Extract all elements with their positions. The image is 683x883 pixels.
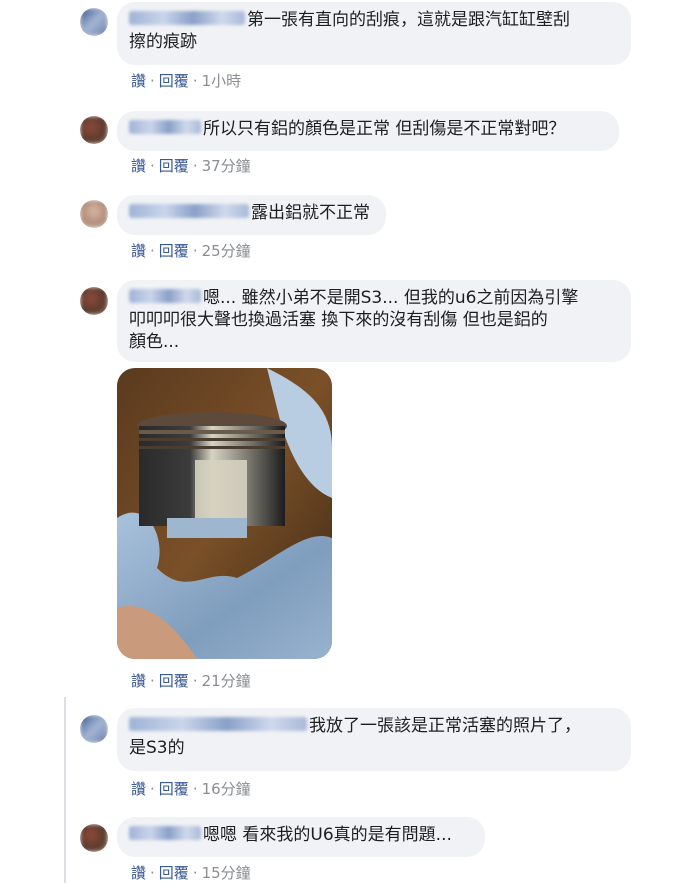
comment-bubble: 所以只有鋁的顏色是正常 但刮傷是不正常對吧？ (117, 111, 619, 151)
timestamp[interactable]: 1小時 (202, 72, 242, 90)
reply-button[interactable]: 回覆 (159, 864, 189, 882)
comment-bubble: 我放了一張該是正常活塞的照片了， 是S3的 (117, 708, 631, 771)
comment-actions: 讚 · 回覆 · 15分鐘 (131, 862, 251, 883)
separator: · (150, 72, 155, 90)
timestamp[interactable]: 25分鐘 (202, 242, 251, 260)
separator: · (192, 242, 198, 260)
comment-actions: 讚 · 回覆 · 21分鐘 (131, 670, 251, 691)
avatar[interactable] (80, 287, 108, 315)
reply-button[interactable]: 回覆 (159, 242, 189, 260)
comment-text-cont: 顏色... (129, 332, 180, 352)
reply-button[interactable]: 回覆 (159, 672, 189, 690)
timestamp[interactable]: 16分鐘 (202, 780, 251, 798)
separator: · (192, 72, 198, 90)
comment-bubble: 嗯嗯 看來我的U6真的是有問題... (117, 817, 485, 857)
piston-photo (117, 368, 332, 659)
comment-bubble: 第一張有直向的刮痕，這就是跟汽缸缸壁刮 擦的痕跡 (117, 2, 631, 65)
author-name[interactable] (129, 204, 249, 218)
like-button[interactable]: 讚 (131, 72, 146, 90)
avatar[interactable] (80, 200, 108, 228)
comment-bubble: 嗯... 雖然小弟不是開S3... 但我的u6之前因為引擎 叩叩叩很大聲也換過活… (117, 280, 631, 362)
avatar[interactable] (80, 8, 108, 36)
comment-text: 嗯嗯 看來我的U6真的是有問題... (203, 825, 452, 845)
like-button[interactable]: 讚 (131, 864, 146, 882)
reply-button[interactable]: 回覆 (159, 157, 189, 175)
attached-photo[interactable] (117, 368, 332, 659)
comment-text: 所以只有鋁的顏色是正常 但刮傷是不正常對吧？ (203, 119, 566, 139)
comment-bubble: 露出鋁就不正常 (117, 195, 386, 235)
comment-text: 我放了一張該是正常活塞的照片了， (309, 716, 581, 736)
author-name[interactable] (129, 11, 245, 25)
comment-text-cont: 是S3的 (129, 738, 185, 758)
timestamp[interactable]: 15分鐘 (202, 864, 251, 882)
like-button[interactable]: 讚 (131, 157, 146, 175)
like-button[interactable]: 讚 (131, 780, 146, 798)
comment-text: 第一張有直向的刮痕，這就是跟汽缸缸壁刮 (247, 10, 570, 30)
separator: · (192, 672, 198, 690)
separator: · (150, 672, 155, 690)
separator: · (150, 780, 155, 798)
separator: · (150, 157, 155, 175)
comment-text: 露出鋁就不正常 (251, 203, 370, 223)
comment-actions: 讚 · 回覆 · 37分鐘 (131, 155, 251, 176)
avatar[interactable] (80, 116, 108, 144)
separator: · (192, 157, 198, 175)
author-name[interactable] (129, 826, 201, 840)
reply-button[interactable]: 回覆 (159, 780, 189, 798)
author-name[interactable] (129, 717, 307, 731)
comment-actions: 讚 · 回覆 · 25分鐘 (131, 240, 251, 261)
comment-text: 嗯... 雖然小弟不是開S3... 但我的u6之前因為引擎 (203, 288, 579, 308)
timestamp[interactable]: 21分鐘 (202, 672, 251, 690)
separator: · (150, 242, 155, 260)
comment-actions: 讚 · 回覆 · 16分鐘 (131, 778, 251, 799)
timestamp[interactable]: 37分鐘 (202, 157, 251, 175)
avatar[interactable] (80, 715, 108, 743)
author-name[interactable] (129, 120, 201, 134)
reply-thread-line (64, 697, 66, 883)
comment-text-cont: 擦的痕跡 (129, 32, 197, 52)
comment-actions: 讚 · 回覆 · 1小時 (131, 70, 241, 91)
separator: · (192, 780, 198, 798)
like-button[interactable]: 讚 (131, 672, 146, 690)
comment-text-cont: 叩叩叩很大聲也換過活塞 換下來的沒有刮傷 但也是鋁的 (129, 310, 548, 330)
reply-button[interactable]: 回覆 (159, 72, 189, 90)
like-button[interactable]: 讚 (131, 242, 146, 260)
author-name[interactable] (129, 289, 201, 303)
separator: · (150, 864, 155, 882)
separator: · (192, 864, 198, 882)
avatar[interactable] (80, 824, 108, 852)
